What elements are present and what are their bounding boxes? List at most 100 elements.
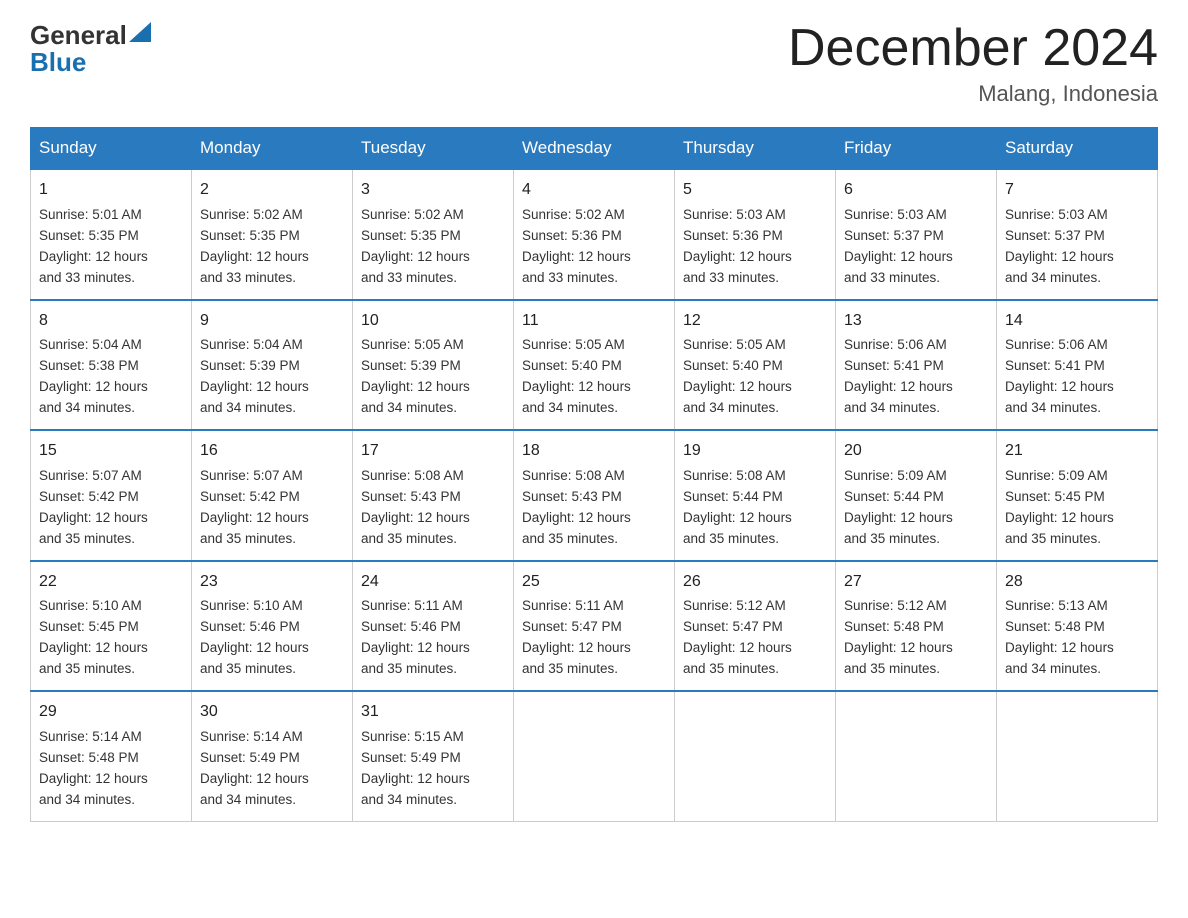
day-info: Sunrise: 5:02 AMSunset: 5:36 PMDaylight:… <box>522 207 631 285</box>
logo-triangle-icon <box>129 22 151 42</box>
day-info: Sunrise: 5:02 AMSunset: 5:35 PMDaylight:… <box>361 207 470 285</box>
calendar-cell: 23 Sunrise: 5:10 AMSunset: 5:46 PMDayligh… <box>192 561 353 691</box>
col-header-sunday: Sunday <box>31 128 192 170</box>
day-number: 3 <box>361 178 505 203</box>
day-number: 11 <box>522 309 666 334</box>
day-number: 31 <box>361 700 505 725</box>
day-info: Sunrise: 5:06 AMSunset: 5:41 PMDaylight:… <box>844 337 953 415</box>
day-number: 9 <box>200 309 344 334</box>
day-info: Sunrise: 5:06 AMSunset: 5:41 PMDaylight:… <box>1005 337 1114 415</box>
calendar-header-row: SundayMondayTuesdayWednesdayThursdayFrid… <box>31 128 1158 170</box>
day-info: Sunrise: 5:14 AMSunset: 5:48 PMDaylight:… <box>39 729 148 807</box>
day-info: Sunrise: 5:04 AMSunset: 5:38 PMDaylight:… <box>39 337 148 415</box>
day-info: Sunrise: 5:03 AMSunset: 5:36 PMDaylight:… <box>683 207 792 285</box>
col-header-wednesday: Wednesday <box>514 128 675 170</box>
day-number: 14 <box>1005 309 1149 334</box>
day-number: 28 <box>1005 570 1149 595</box>
calendar-cell: 13 Sunrise: 5:06 AMSunset: 5:41 PMDayligh… <box>836 300 997 430</box>
day-info: Sunrise: 5:03 AMSunset: 5:37 PMDaylight:… <box>1005 207 1114 285</box>
col-header-thursday: Thursday <box>675 128 836 170</box>
day-info: Sunrise: 5:05 AMSunset: 5:40 PMDaylight:… <box>522 337 631 415</box>
day-number: 1 <box>39 178 183 203</box>
day-number: 26 <box>683 570 827 595</box>
calendar-cell: 29 Sunrise: 5:14 AMSunset: 5:48 PMDayligh… <box>31 691 192 821</box>
calendar-cell: 4 Sunrise: 5:02 AMSunset: 5:36 PMDaylight… <box>514 169 675 299</box>
day-number: 2 <box>200 178 344 203</box>
day-info: Sunrise: 5:12 AMSunset: 5:48 PMDaylight:… <box>844 598 953 676</box>
day-info: Sunrise: 5:12 AMSunset: 5:47 PMDaylight:… <box>683 598 792 676</box>
calendar-cell: 12 Sunrise: 5:05 AMSunset: 5:40 PMDayligh… <box>675 300 836 430</box>
calendar-cell: 14 Sunrise: 5:06 AMSunset: 5:41 PMDayligh… <box>997 300 1158 430</box>
day-number: 30 <box>200 700 344 725</box>
day-info: Sunrise: 5:05 AMSunset: 5:39 PMDaylight:… <box>361 337 470 415</box>
day-number: 8 <box>39 309 183 334</box>
day-info: Sunrise: 5:08 AMSunset: 5:43 PMDaylight:… <box>522 468 631 546</box>
col-header-tuesday: Tuesday <box>353 128 514 170</box>
calendar-cell: 3 Sunrise: 5:02 AMSunset: 5:35 PMDaylight… <box>353 169 514 299</box>
day-info: Sunrise: 5:15 AMSunset: 5:49 PMDaylight:… <box>361 729 470 807</box>
day-info: Sunrise: 5:08 AMSunset: 5:43 PMDaylight:… <box>361 468 470 546</box>
calendar-cell: 8 Sunrise: 5:04 AMSunset: 5:38 PMDaylight… <box>31 300 192 430</box>
calendar-cell: 5Sunrise: 5:03 AMSunset: 5:36 PMDaylight… <box>675 169 836 299</box>
day-info: Sunrise: 5:10 AMSunset: 5:46 PMDaylight:… <box>200 598 309 676</box>
location-subtitle: Malang, Indonesia <box>788 81 1158 107</box>
day-info: Sunrise: 5:02 AMSunset: 5:35 PMDaylight:… <box>200 207 309 285</box>
calendar-cell: 15 Sunrise: 5:07 AMSunset: 5:42 PMDayligh… <box>31 430 192 560</box>
day-info: Sunrise: 5:14 AMSunset: 5:49 PMDaylight:… <box>200 729 309 807</box>
day-number: 19 <box>683 439 827 464</box>
calendar-cell: 9 Sunrise: 5:04 AMSunset: 5:39 PMDaylight… <box>192 300 353 430</box>
calendar-cell: 27Sunrise: 5:12 AMSunset: 5:48 PMDayligh… <box>836 561 997 691</box>
day-number: 7 <box>1005 178 1149 203</box>
calendar-cell: 25Sunrise: 5:11 AMSunset: 5:47 PMDayligh… <box>514 561 675 691</box>
calendar-cell: 6 Sunrise: 5:03 AMSunset: 5:37 PMDaylight… <box>836 169 997 299</box>
calendar-week-row: 8 Sunrise: 5:04 AMSunset: 5:38 PMDaylight… <box>31 300 1158 430</box>
day-info: Sunrise: 5:07 AMSunset: 5:42 PMDaylight:… <box>200 468 309 546</box>
calendar-cell: 24 Sunrise: 5:11 AMSunset: 5:46 PMDayligh… <box>353 561 514 691</box>
calendar-cell: 26 Sunrise: 5:12 AMSunset: 5:47 PMDayligh… <box>675 561 836 691</box>
calendar-week-row: 22Sunrise: 5:10 AMSunset: 5:45 PMDayligh… <box>31 561 1158 691</box>
day-number: 24 <box>361 570 505 595</box>
month-title: December 2024 <box>788 20 1158 77</box>
logo-blue-text: Blue <box>30 47 151 78</box>
day-info: Sunrise: 5:11 AMSunset: 5:46 PMDaylight:… <box>361 598 470 676</box>
day-number: 29 <box>39 700 183 725</box>
day-info: Sunrise: 5:01 AMSunset: 5:35 PMDaylight:… <box>39 207 148 285</box>
day-number: 16 <box>200 439 344 464</box>
day-number: 18 <box>522 439 666 464</box>
day-number: 20 <box>844 439 988 464</box>
logo-container: General Blue <box>30 20 151 78</box>
day-info: Sunrise: 5:07 AMSunset: 5:42 PMDaylight:… <box>39 468 148 546</box>
day-number: 22 <box>39 570 183 595</box>
day-info: Sunrise: 5:09 AMSunset: 5:44 PMDaylight:… <box>844 468 953 546</box>
calendar-cell: 17Sunrise: 5:08 AMSunset: 5:43 PMDayligh… <box>353 430 514 560</box>
day-number: 13 <box>844 309 988 334</box>
calendar-cell: 10Sunrise: 5:05 AMSunset: 5:39 PMDayligh… <box>353 300 514 430</box>
calendar-cell: 16 Sunrise: 5:07 AMSunset: 5:42 PMDayligh… <box>192 430 353 560</box>
day-number: 6 <box>844 178 988 203</box>
day-info: Sunrise: 5:05 AMSunset: 5:40 PMDaylight:… <box>683 337 792 415</box>
calendar-week-row: 1 Sunrise: 5:01 AMSunset: 5:35 PMDaylight… <box>31 169 1158 299</box>
calendar-cell <box>675 691 836 821</box>
calendar-cell: 20 Sunrise: 5:09 AMSunset: 5:44 PMDayligh… <box>836 430 997 560</box>
calendar-cell: 7 Sunrise: 5:03 AMSunset: 5:37 PMDaylight… <box>997 169 1158 299</box>
day-info: Sunrise: 5:09 AMSunset: 5:45 PMDaylight:… <box>1005 468 1114 546</box>
calendar-cell: 31 Sunrise: 5:15 AMSunset: 5:49 PMDayligh… <box>353 691 514 821</box>
calendar-cell: 11 Sunrise: 5:05 AMSunset: 5:40 PMDayligh… <box>514 300 675 430</box>
calendar-cell: 18 Sunrise: 5:08 AMSunset: 5:43 PMDayligh… <box>514 430 675 560</box>
day-number: 12 <box>683 309 827 334</box>
day-info: Sunrise: 5:03 AMSunset: 5:37 PMDaylight:… <box>844 207 953 285</box>
day-info: Sunrise: 5:04 AMSunset: 5:39 PMDaylight:… <box>200 337 309 415</box>
calendar-cell <box>836 691 997 821</box>
calendar-cell <box>514 691 675 821</box>
calendar-cell <box>997 691 1158 821</box>
calendar-week-row: 15 Sunrise: 5:07 AMSunset: 5:42 PMDayligh… <box>31 430 1158 560</box>
calendar-cell: 2 Sunrise: 5:02 AMSunset: 5:35 PMDaylight… <box>192 169 353 299</box>
col-header-saturday: Saturday <box>997 128 1158 170</box>
calendar-cell: 28Sunrise: 5:13 AMSunset: 5:48 PMDayligh… <box>997 561 1158 691</box>
header-right: December 2024 Malang, Indonesia <box>788 20 1158 107</box>
calendar-cell: 22Sunrise: 5:10 AMSunset: 5:45 PMDayligh… <box>31 561 192 691</box>
day-number: 15 <box>39 439 183 464</box>
day-number: 23 <box>200 570 344 595</box>
calendar-cell: 30 Sunrise: 5:14 AMSunset: 5:49 PMDayligh… <box>192 691 353 821</box>
day-number: 4 <box>522 178 666 203</box>
